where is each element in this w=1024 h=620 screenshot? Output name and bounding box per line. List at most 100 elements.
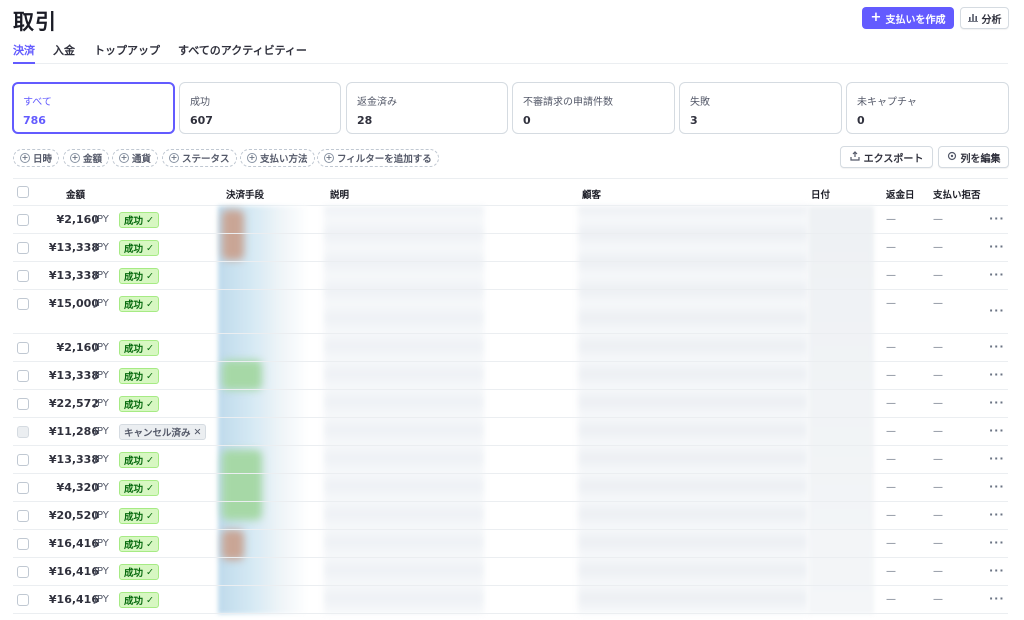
filter-payment-method[interactable]: + 支払い方法 xyxy=(240,149,315,167)
row-checkbox[interactable] xyxy=(17,342,29,354)
row-checkbox[interactable] xyxy=(17,454,29,466)
filter-label: 金額 xyxy=(83,154,103,165)
row-amount: ¥11,286 xyxy=(48,425,99,438)
row-checkbox[interactable] xyxy=(17,566,29,578)
table-row[interactable]: ¥16,416 JPY 成功 ✓ — — ··· xyxy=(13,586,1008,614)
column-header-description[interactable]: 説明 xyxy=(330,187,349,201)
row-more-icon[interactable]: ··· xyxy=(989,340,1005,353)
status-badge: 成功 ✓ xyxy=(119,396,159,412)
tab-payments[interactable]: 決済 xyxy=(13,42,35,64)
row-amount: ¥16,416 xyxy=(48,593,99,606)
table-row[interactable]: ¥13,338 JPY 成功 ✓ — — ··· xyxy=(13,262,1008,290)
row-more-icon[interactable]: ··· xyxy=(989,212,1005,225)
plus-circle-icon: + xyxy=(247,153,257,163)
row-refund-date: — xyxy=(886,510,896,521)
filter-status[interactable]: + ステータス xyxy=(162,149,237,167)
row-more-icon[interactable]: ··· xyxy=(989,536,1005,549)
filter-currency[interactable]: + 通貨 xyxy=(112,149,159,167)
page-title: 取引 xyxy=(13,10,57,34)
create-payment-button[interactable]: + 支払いを作成 xyxy=(862,7,954,29)
tab-topups[interactable]: トップアップ xyxy=(94,42,160,64)
row-checkbox[interactable] xyxy=(17,426,29,438)
export-button[interactable]: エクスポート xyxy=(840,146,933,168)
select-all-checkbox[interactable] xyxy=(17,186,29,198)
status-card-refunded[interactable]: 返金済み 28 xyxy=(346,82,508,134)
row-checkbox[interactable] xyxy=(17,538,29,550)
add-filter-button[interactable]: + フィルターを追加する xyxy=(317,149,439,167)
row-dispute: — xyxy=(933,242,943,253)
row-amount: ¥13,338 xyxy=(48,369,99,382)
column-header-customer[interactable]: 顧客 xyxy=(582,187,601,201)
table-row[interactable]: ¥2,160 JPY 成功 ✓ — — ··· xyxy=(13,334,1008,362)
row-more-icon[interactable]: ··· xyxy=(989,592,1005,605)
row-more-icon[interactable]: ··· xyxy=(989,564,1005,577)
row-more-icon[interactable]: ··· xyxy=(989,424,1005,437)
row-more-icon[interactable]: ··· xyxy=(989,452,1005,465)
table-row[interactable]: ¥13,338 JPY 成功 ✓ — — ··· xyxy=(13,362,1008,390)
table-row[interactable]: ¥13,338 JPY 成功 ✓ — — ··· xyxy=(13,446,1008,474)
status-card-all[interactable]: すべて 786 xyxy=(12,82,175,134)
tab-payouts[interactable]: 入金 xyxy=(53,42,75,64)
row-dispute: — xyxy=(933,398,943,409)
status-badge-label: 成功 xyxy=(124,400,144,411)
table-row[interactable]: ¥20,520 JPY 成功 ✓ — — ··· xyxy=(13,502,1008,530)
plus-icon: + xyxy=(870,10,882,25)
column-header-dispute[interactable]: 支払い拒否 xyxy=(933,187,981,201)
column-header-payment-method[interactable]: 決済手段 xyxy=(226,187,264,201)
row-checkbox[interactable] xyxy=(17,482,29,494)
status-badge-label: 成功 xyxy=(124,216,144,227)
table-row[interactable]: ¥4,320 JPY 成功 ✓ — — ··· xyxy=(13,474,1008,502)
column-header-refund-date[interactable]: 返金日 xyxy=(886,187,915,201)
edit-columns-button[interactable]: 列を編集 xyxy=(938,146,1009,168)
row-more-icon[interactable]: ··· xyxy=(989,304,1005,317)
column-header-amount[interactable]: 金額 xyxy=(66,187,85,201)
filter-amount[interactable]: + 金額 xyxy=(63,149,110,167)
row-more-icon[interactable]: ··· xyxy=(989,268,1005,281)
row-more-icon[interactable]: ··· xyxy=(989,508,1005,521)
status-card-label: 失敗 xyxy=(690,97,710,108)
filter-date[interactable]: + 日時 xyxy=(13,149,60,167)
row-more-icon[interactable]: ··· xyxy=(989,240,1005,253)
row-dispute: — xyxy=(933,510,943,521)
status-card-uncaptured[interactable]: 未キャプチャ 0 xyxy=(846,82,1009,134)
table-row[interactable]: ¥16,416 JPY 成功 ✓ — — ··· xyxy=(13,558,1008,586)
row-checkbox[interactable] xyxy=(17,214,29,226)
check-icon: ✓ xyxy=(146,342,154,354)
row-checkbox[interactable] xyxy=(17,398,29,410)
table-row[interactable]: ¥11,286 JPY キャンセル済み ✕ — — ··· xyxy=(13,418,1008,446)
row-amount: ¥15,000 xyxy=(48,297,99,310)
table-row[interactable]: ¥15,000 JPY 成功 ✓ — — ··· xyxy=(13,290,1008,334)
status-badge-label: 成功 xyxy=(124,344,144,355)
row-checkbox[interactable] xyxy=(17,594,29,606)
status-card-failed[interactable]: 失敗 3 xyxy=(679,82,842,134)
row-dispute: — xyxy=(933,454,943,465)
row-refund-date: — xyxy=(886,566,896,577)
status-badge: 成功 ✓ xyxy=(119,564,159,580)
row-refund-date: — xyxy=(886,342,896,353)
table-row[interactable]: ¥22,572 JPY 成功 ✓ — — ··· xyxy=(13,390,1008,418)
status-card-label: すべて xyxy=(23,97,52,108)
row-checkbox[interactable] xyxy=(17,370,29,382)
table-row[interactable]: ¥16,416 JPY 成功 ✓ — — ··· xyxy=(13,530,1008,558)
row-more-icon[interactable]: ··· xyxy=(989,480,1005,493)
status-card-disputed[interactable]: 不審請求の申請件数 0 xyxy=(512,82,675,134)
column-header-date[interactable]: 日付 xyxy=(811,187,830,201)
row-currency: JPY xyxy=(94,426,109,437)
row-more-icon[interactable]: ··· xyxy=(989,368,1005,381)
row-checkbox[interactable] xyxy=(17,242,29,254)
row-refund-date: — xyxy=(886,482,896,493)
row-dispute: — xyxy=(933,566,943,577)
row-amount: ¥13,338 xyxy=(48,453,99,466)
table-row[interactable]: ¥13,338 JPY 成功 ✓ — — ··· xyxy=(13,234,1008,262)
table-row[interactable]: ¥2,160 JPY 成功 ✓ — — ··· xyxy=(13,206,1008,234)
row-refund-date: — xyxy=(886,214,896,225)
tab-all-activity[interactable]: すべてのアクティビティー xyxy=(178,42,307,64)
analysis-button[interactable]: 分析 xyxy=(960,7,1009,29)
row-checkbox[interactable] xyxy=(17,298,29,310)
edit-columns-label: 列を編集 xyxy=(960,153,1001,165)
row-refund-date: — xyxy=(886,594,896,605)
row-checkbox[interactable] xyxy=(17,270,29,282)
row-more-icon[interactable]: ··· xyxy=(989,396,1005,409)
status-card-succeeded[interactable]: 成功 607 xyxy=(179,82,341,134)
row-checkbox[interactable] xyxy=(17,510,29,522)
